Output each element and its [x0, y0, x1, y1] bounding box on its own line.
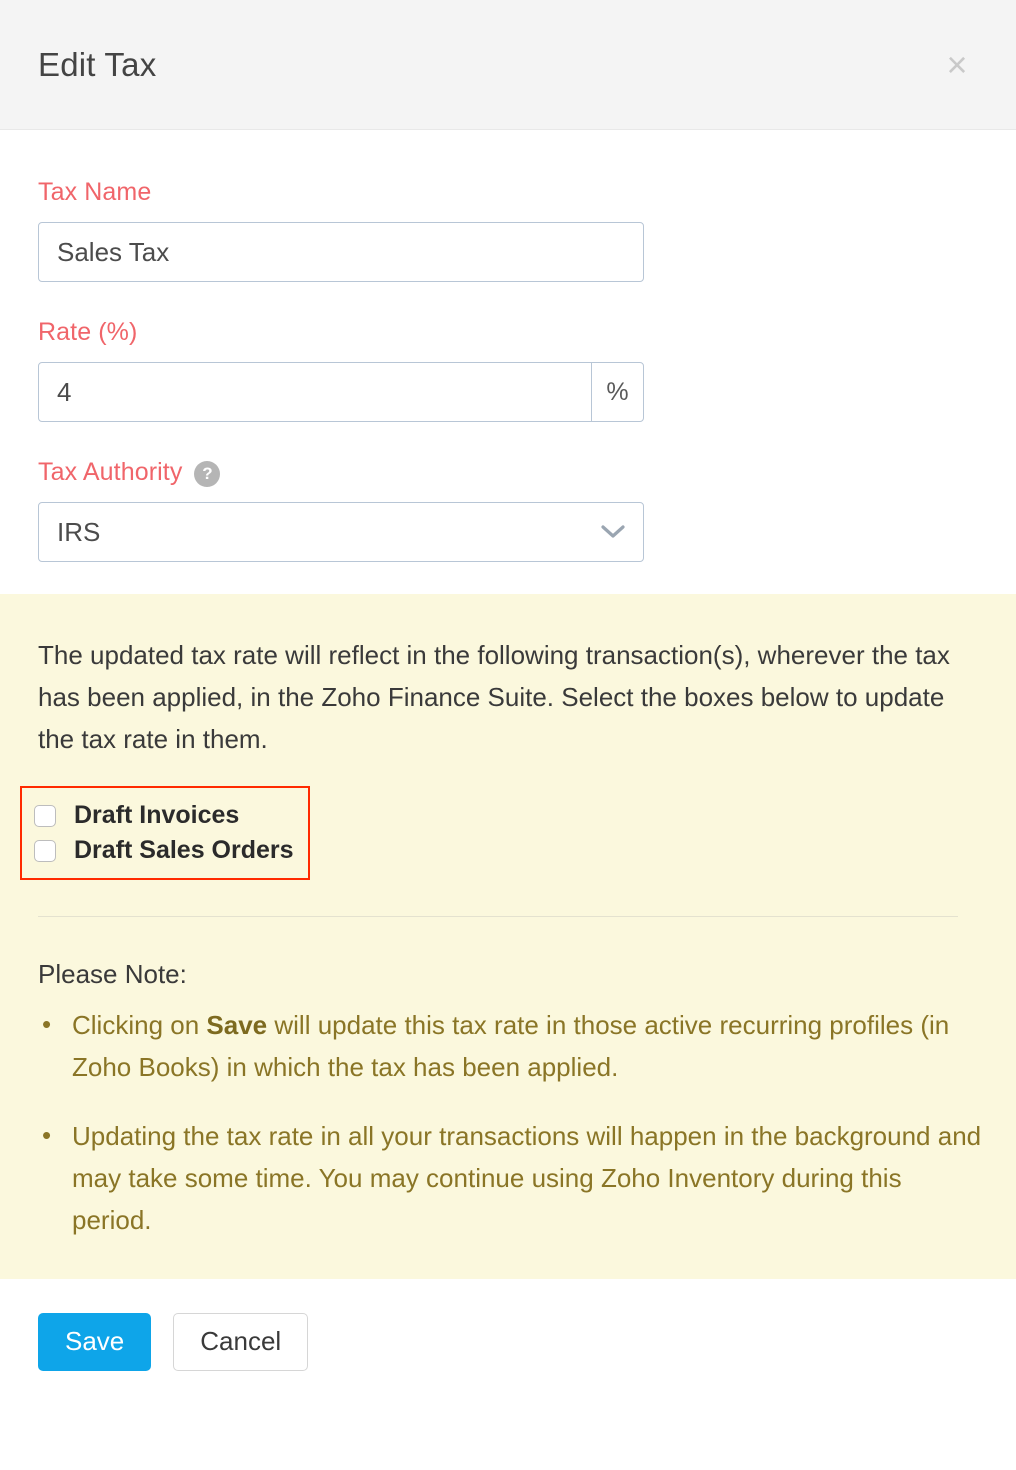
close-icon[interactable]: ×: [934, 42, 980, 88]
checkbox-highlight-box: Draft Invoices Draft Sales Orders: [20, 786, 310, 881]
note-list: Clicking on Save will update this tax ra…: [38, 1003, 982, 1241]
tax-name-label: Tax Name: [38, 178, 978, 207]
dialog-header: Edit Tax ×: [0, 0, 1016, 130]
rate-input[interactable]: [39, 363, 591, 421]
tax-authority-label: Tax Authority ?: [38, 458, 978, 487]
draft-invoices-label[interactable]: Draft Invoices: [74, 801, 239, 830]
page-title: Edit Tax: [38, 45, 157, 83]
field-rate: Rate (%) %: [38, 318, 978, 422]
field-tax-authority: Tax Authority ? IRS: [38, 458, 978, 562]
dialog-footer: Save Cancel: [0, 1278, 1016, 1470]
tax-update-notice-panel: The updated tax rate will reflect in the…: [0, 594, 1016, 1279]
edit-tax-dialog: Edit Tax × Tax Name Rate (%) % Tax Autho…: [0, 0, 1016, 1470]
cancel-button[interactable]: Cancel: [173, 1312, 309, 1371]
note-prefix: Updating the tax rate in all your transa…: [72, 1120, 982, 1235]
checkbox-row-draft-sales-orders[interactable]: Draft Sales Orders: [34, 833, 294, 868]
percent-addon: %: [591, 363, 643, 421]
field-tax-name: Tax Name: [38, 178, 978, 282]
form-body: Tax Name Rate (%) % Tax Authority ? IRS: [0, 130, 1016, 562]
note-item: Updating the tax rate in all your transa…: [38, 1114, 982, 1241]
save-button[interactable]: Save: [38, 1312, 152, 1371]
draft-sales-orders-checkbox[interactable]: [34, 839, 56, 862]
draft-invoices-checkbox[interactable]: [34, 804, 56, 827]
notice-divider: [38, 916, 958, 918]
rate-label: Rate (%): [38, 318, 978, 347]
rate-input-group: %: [38, 362, 644, 422]
tax-name-label-text: Tax Name: [38, 178, 152, 206]
note-bold: Save: [206, 1010, 268, 1041]
checkbox-row-draft-invoices[interactable]: Draft Invoices: [34, 798, 294, 833]
please-note-heading: Please Note:: [38, 959, 187, 990]
tax-authority-label-text: Tax Authority: [38, 458, 183, 486]
rate-label-text: Rate (%): [38, 318, 138, 346]
note-prefix: Clicking on: [72, 1010, 207, 1041]
tax-name-input[interactable]: [38, 222, 644, 282]
help-circle-icon[interactable]: ?: [194, 460, 221, 487]
tax-authority-select[interactable]: IRS: [38, 502, 644, 562]
notice-message: The updated tax rate will reflect in the…: [38, 640, 950, 755]
note-item: Clicking on Save will update this tax ra…: [38, 1003, 982, 1088]
draft-sales-orders-label[interactable]: Draft Sales Orders: [74, 836, 294, 865]
tax-authority-select-wrap: IRS: [38, 502, 644, 562]
